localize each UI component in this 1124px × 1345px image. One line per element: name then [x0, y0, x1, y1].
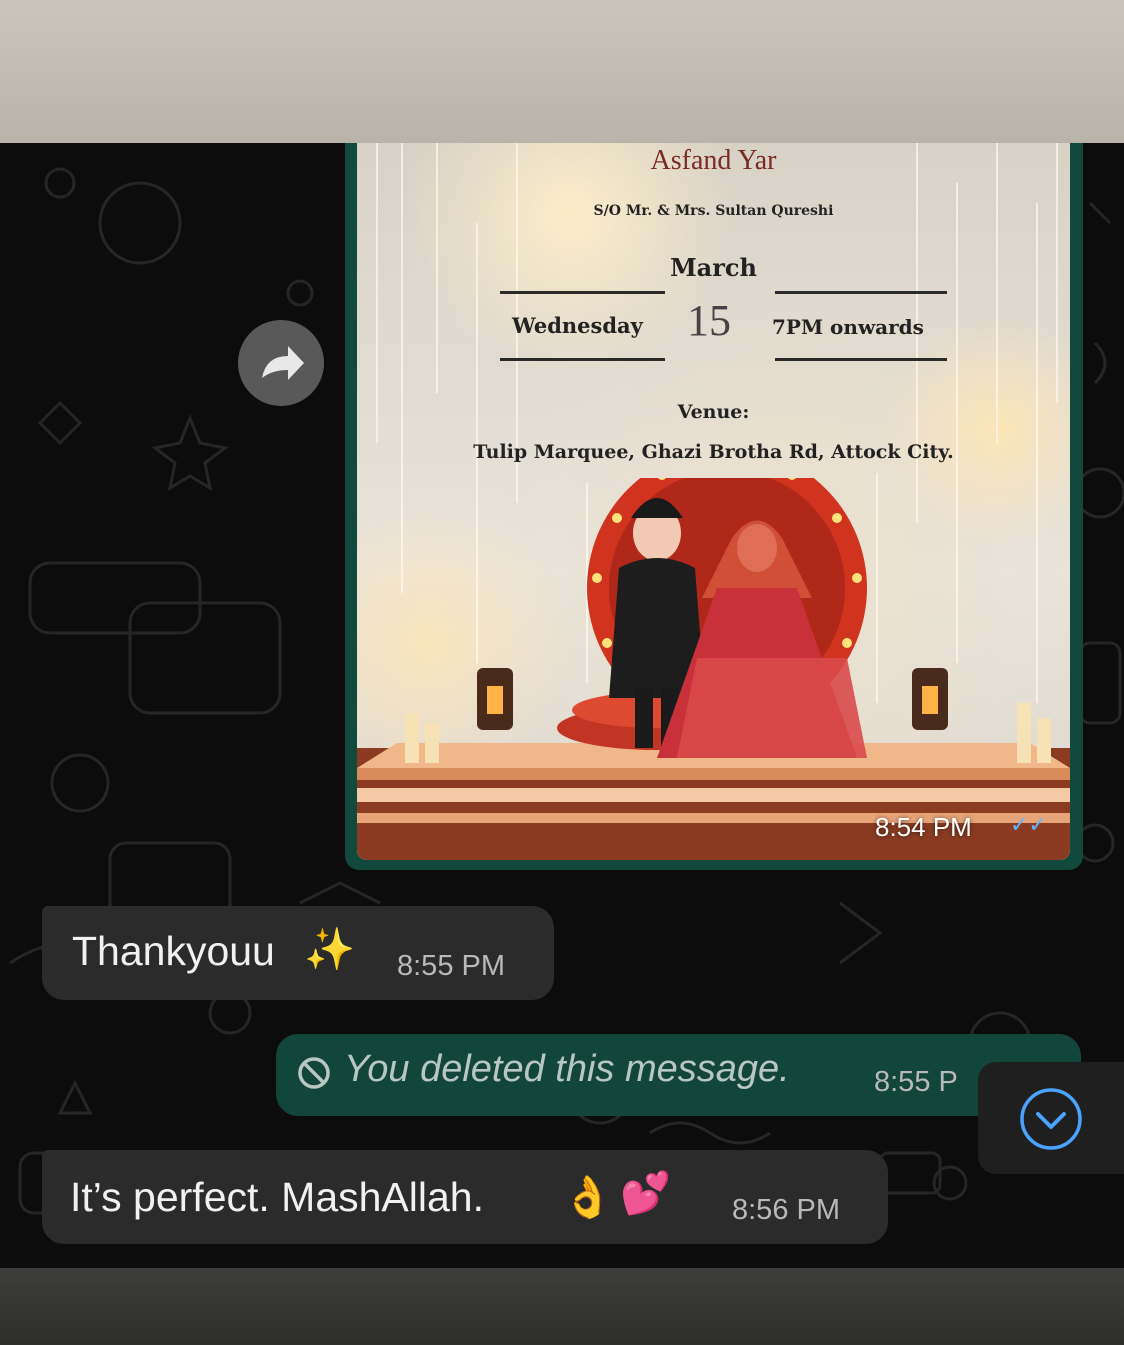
- venue-address: Tulip Marquee, Ghazi Brotha Rd, Attock C…: [473, 441, 954, 463]
- incoming-message-bubble[interactable]: It’s perfect. MashAllah. 👌 💕 8:56 PM: [42, 1150, 888, 1244]
- groom-name: Asfand Yar: [650, 145, 777, 176]
- two-hearts-emoji: 💕: [620, 1170, 672, 1216]
- chevron-down-circle-icon: [1020, 1088, 1082, 1150]
- event-day: 15: [687, 296, 731, 345]
- wedding-invitation-image[interactable]: Asfand Yar S/O Mr. & Mrs. Sultan Qureshi…: [357, 143, 1070, 860]
- venue-label: Venue:: [677, 401, 750, 423]
- double-check-icon: ✓✓: [1010, 812, 1047, 837]
- event-time: 7PM onwards: [772, 315, 924, 339]
- event-weekday: Wednesday: [512, 313, 643, 338]
- forward-arrow-icon: [262, 346, 304, 380]
- ok-hand-emoji: 👌: [562, 1174, 614, 1220]
- message-timestamp: 8:55 PM: [397, 950, 505, 982]
- divider-line: [775, 358, 947, 361]
- divider-line: [500, 291, 665, 294]
- message-text: It’s perfect. MashAllah.: [70, 1174, 484, 1220]
- event-month: March: [670, 253, 757, 282]
- couple-stage-illustration: [357, 478, 1070, 860]
- forward-button[interactable]: [238, 320, 324, 406]
- divider-line: [775, 291, 947, 294]
- message-timestamp: 8:56 PM: [732, 1194, 840, 1226]
- incoming-message-bubble[interactable]: Thankyouu ✨ 8:55 PM: [42, 906, 554, 1000]
- message-timestamp: 8:54 PM: [875, 812, 972, 842]
- scroll-to-bottom-button[interactable]: [978, 1062, 1124, 1174]
- deleted-message-text: You deleted this message.: [344, 1048, 790, 1090]
- prohibited-icon: [298, 1057, 330, 1089]
- message-timestamp: 8:55 P: [874, 1066, 958, 1098]
- message-text: Thankyouu: [72, 928, 275, 974]
- sparkles-emoji: ✨: [304, 926, 356, 972]
- groom-parents: S/O Mr. & Mrs. Sultan Qureshi: [593, 203, 834, 219]
- top-bar: [0, 0, 1124, 143]
- deleted-message-bubble[interactable]: You deleted this message. 8:55 P: [276, 1034, 1081, 1116]
- divider-line: [500, 358, 665, 361]
- bottom-bar: [0, 1268, 1124, 1345]
